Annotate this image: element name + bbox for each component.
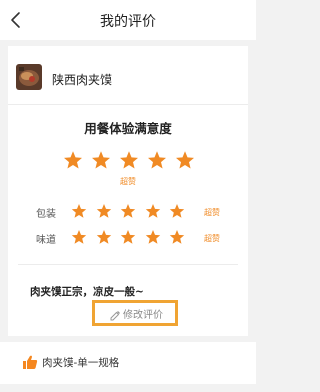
star-icon[interactable]: [169, 203, 185, 219]
edit-review-button[interactable]: 修改评价: [92, 300, 178, 326]
star-icon[interactable]: [71, 229, 87, 245]
packaging-label: 包装: [36, 209, 56, 220]
thumbs-up-icon: [22, 354, 38, 370]
star-icon[interactable]: [119, 150, 139, 170]
star-icon[interactable]: [169, 229, 185, 245]
top-bar: 我的评价: [0, 0, 256, 40]
taste-rating-text: 超赞: [204, 234, 220, 243]
packaging-rating-text: 超赞: [204, 208, 220, 217]
liked-item-bar[interactable]: 肉夹馍-单一规格: [0, 342, 256, 384]
star-icon[interactable]: [147, 150, 167, 170]
star-icon[interactable]: [96, 229, 112, 245]
star-icon[interactable]: [120, 203, 136, 219]
star-icon[interactable]: [96, 203, 112, 219]
page-title: 我的评价: [100, 14, 156, 30]
liked-item-label: 肉夹馍-单一规格: [42, 357, 120, 369]
divider: [18, 264, 238, 265]
star-icon[interactable]: [63, 150, 83, 170]
star-icon[interactable]: [120, 229, 136, 245]
overall-rating-text: 超赞: [120, 177, 136, 186]
edit-icon: [109, 306, 121, 321]
rating-heading: 用餐体验满意度: [84, 121, 172, 136]
star-icon[interactable]: [175, 150, 195, 170]
edit-review-label: 修改评价: [123, 310, 163, 321]
star-icon[interactable]: [71, 203, 87, 219]
shop-thumbnail: [16, 64, 42, 90]
taste-label: 味道: [36, 235, 56, 246]
star-icon[interactable]: [145, 229, 161, 245]
review-text: 肉夹馍正宗，凉皮一般~: [30, 286, 144, 298]
divider: [8, 104, 248, 105]
review-card: 陕西肉夹馍 用餐体验满意度 超赞 包装 超赞 味道 超赞 肉夹馍正宗，凉皮一般~…: [8, 46, 248, 336]
star-icon[interactable]: [91, 150, 111, 170]
star-icon[interactable]: [145, 203, 161, 219]
shop-name: 陕西肉夹馍: [52, 73, 113, 87]
